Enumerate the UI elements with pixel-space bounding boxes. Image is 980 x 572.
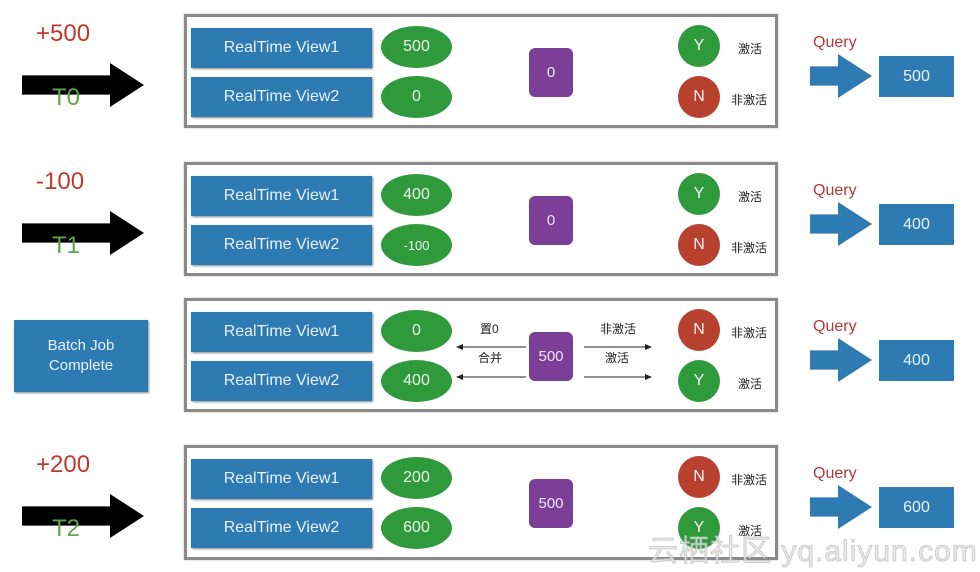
batch-job-complete: Batch Job Complete	[14, 320, 148, 392]
active-flag-y: Y	[678, 360, 720, 402]
input-arrow	[22, 211, 144, 255]
query-result: 400	[879, 204, 954, 245]
view1-value: 0	[381, 310, 452, 352]
flag-label: 非激活	[731, 241, 768, 255]
time-label: T0	[52, 84, 81, 111]
active-flag-y: Y	[678, 25, 720, 67]
delta-value: +500	[36, 20, 91, 47]
flag-label: 非激活	[731, 93, 768, 107]
query-label: Query	[813, 318, 857, 335]
delta-value: -100	[36, 168, 85, 195]
watermark: 云栖社区 yq.aliyun.com	[648, 535, 978, 569]
realtime-view1: RealTime View1	[191, 459, 372, 499]
merge-arrow	[456, 369, 526, 387]
view1-value: 200	[381, 457, 452, 499]
view1-value: 400	[381, 174, 452, 216]
view2-value: 0	[381, 76, 452, 118]
activate-label: 激活	[605, 351, 630, 365]
query-result: 400	[879, 340, 954, 381]
view2-value: 400	[381, 360, 452, 402]
query-result: 500	[879, 56, 954, 97]
query-arrow	[810, 338, 872, 382]
realtime-view2: RealTime View2	[191, 508, 372, 548]
batch-view-value: 500	[529, 479, 573, 528]
flag-label: 激活	[738, 377, 763, 391]
realtime-view2: RealTime View2	[191, 225, 372, 265]
active-flag-n: N	[678, 76, 720, 118]
query-result: 600	[879, 487, 954, 528]
flag-label: 非激活	[731, 473, 768, 487]
query-arrow	[810, 202, 872, 246]
merge-label: 合并	[478, 351, 503, 365]
realtime-view1: RealTime View1	[191, 28, 372, 68]
realtime-view1: RealTime View1	[191, 312, 372, 352]
realtime-view2: RealTime View2	[191, 77, 372, 117]
active-flag-n: N	[678, 224, 720, 266]
flag-label: 激活	[738, 42, 763, 56]
deactivate-label: 非激活	[600, 322, 637, 336]
flag-label: 激活	[738, 190, 763, 204]
flag-label: 非激活	[731, 326, 768, 340]
query-arrow	[810, 485, 872, 529]
active-flag-n: N	[678, 309, 720, 351]
active-flag-y: Y	[678, 173, 720, 215]
realtime-view1: RealTime View1	[191, 176, 372, 216]
view2-value: -100	[381, 224, 452, 266]
batch-view-value: 0	[529, 196, 573, 245]
batch-view-value: 0	[529, 48, 573, 97]
time-label: T1	[52, 232, 81, 259]
view2-value: 600	[381, 507, 452, 549]
input-arrow	[22, 494, 144, 538]
reset-label: 置0	[480, 322, 499, 336]
view1-value: 500	[381, 26, 452, 68]
query-arrow	[810, 54, 872, 98]
input-arrow	[22, 63, 144, 107]
delta-value: +200	[36, 451, 91, 478]
query-label: Query	[813, 465, 857, 482]
query-label: Query	[813, 34, 857, 51]
active-flag-n: N	[678, 456, 720, 498]
batch-view-value: 500	[529, 332, 573, 381]
query-label: Query	[813, 182, 857, 199]
time-label: T2	[52, 515, 81, 542]
activate-arrow	[584, 369, 652, 387]
realtime-view2: RealTime View2	[191, 361, 372, 401]
